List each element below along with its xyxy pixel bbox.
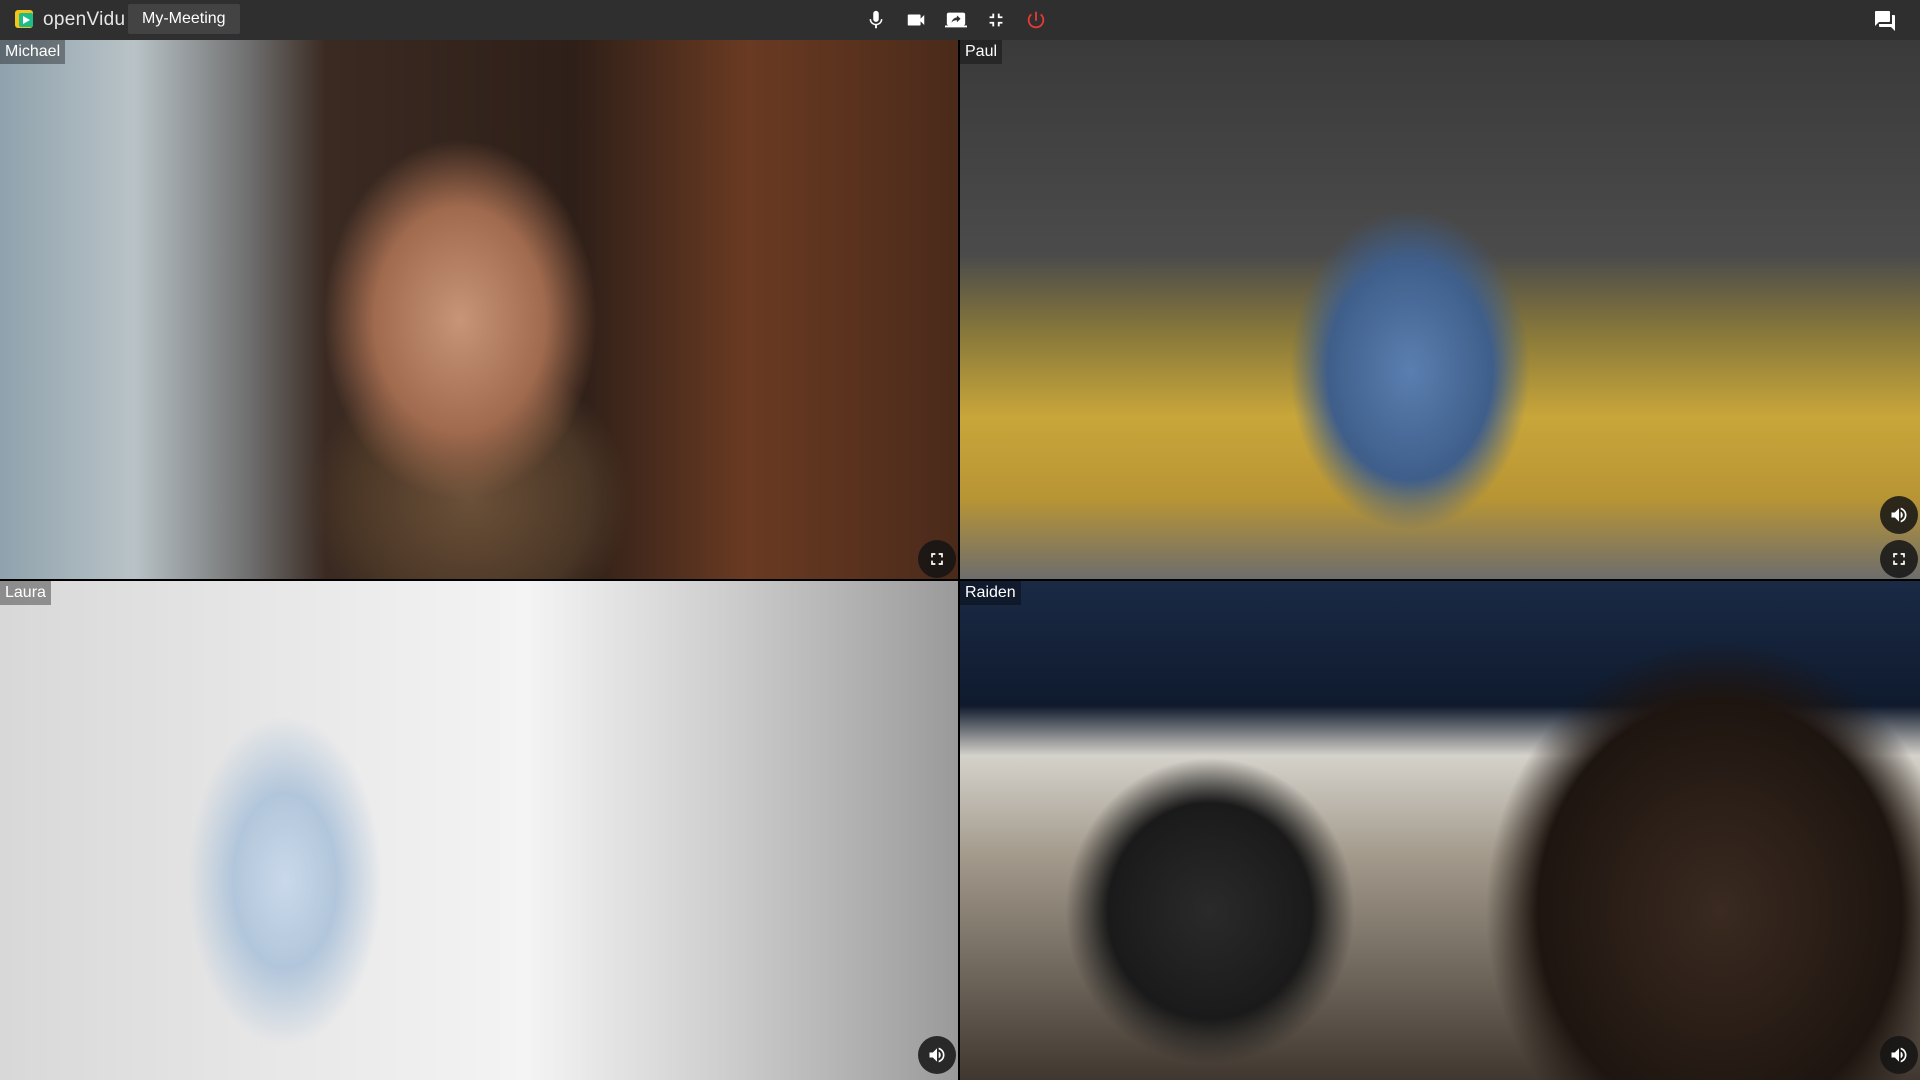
fullscreen-button[interactable] bbox=[918, 540, 956, 578]
video-stream bbox=[960, 581, 1920, 1080]
leave-session-button[interactable] bbox=[1023, 7, 1049, 33]
screen-share-icon bbox=[945, 12, 967, 28]
fullscreen-icon bbox=[1893, 553, 1905, 565]
volume-button[interactable] bbox=[1880, 1036, 1918, 1074]
power-icon bbox=[1027, 11, 1045, 29]
chat-icon bbox=[1875, 11, 1895, 31]
camera-button[interactable] bbox=[903, 7, 929, 33]
media-controls bbox=[863, 7, 1049, 33]
logo-text: openVidu bbox=[43, 9, 126, 30]
exit-fullscreen-icon bbox=[989, 13, 1003, 27]
session-name: My-Meeting bbox=[128, 4, 240, 34]
openvidu-logo-icon bbox=[15, 10, 33, 28]
volume-icon bbox=[1891, 507, 1907, 523]
volume-icon bbox=[929, 1047, 945, 1063]
video-stream bbox=[0, 40, 958, 579]
volume-button[interactable] bbox=[1880, 496, 1918, 534]
toolbar: openVidu My-Meeting bbox=[0, 0, 1920, 40]
fullscreen-button[interactable] bbox=[1880, 540, 1918, 578]
videocam-icon bbox=[907, 14, 925, 26]
participant-nickname: Raiden bbox=[960, 581, 1021, 605]
video-stream bbox=[0, 581, 958, 1080]
exit-fullscreen-button[interactable] bbox=[983, 7, 1009, 33]
participant-nickname: Paul bbox=[960, 40, 1003, 64]
participant-nickname: Michael bbox=[0, 40, 66, 64]
participant-nickname: Laura bbox=[0, 581, 51, 605]
volume-button[interactable] bbox=[918, 1036, 956, 1074]
openvidu-logo: openVidu bbox=[14, 8, 125, 32]
video-tile-raiden: Raiden bbox=[960, 581, 1920, 1080]
video-tile-michael: Michael bbox=[0, 40, 958, 579]
video-tile-laura: Laura bbox=[0, 581, 958, 1080]
chat-button[interactable] bbox=[1872, 8, 1898, 34]
microphone-icon bbox=[869, 10, 883, 29]
screen-share-button[interactable] bbox=[943, 7, 969, 33]
video-stream bbox=[960, 40, 1920, 579]
microphone-button[interactable] bbox=[863, 7, 889, 33]
volume-icon bbox=[1891, 1047, 1907, 1063]
video-tile-paul: Paul bbox=[960, 40, 1920, 579]
fullscreen-icon bbox=[931, 553, 943, 565]
